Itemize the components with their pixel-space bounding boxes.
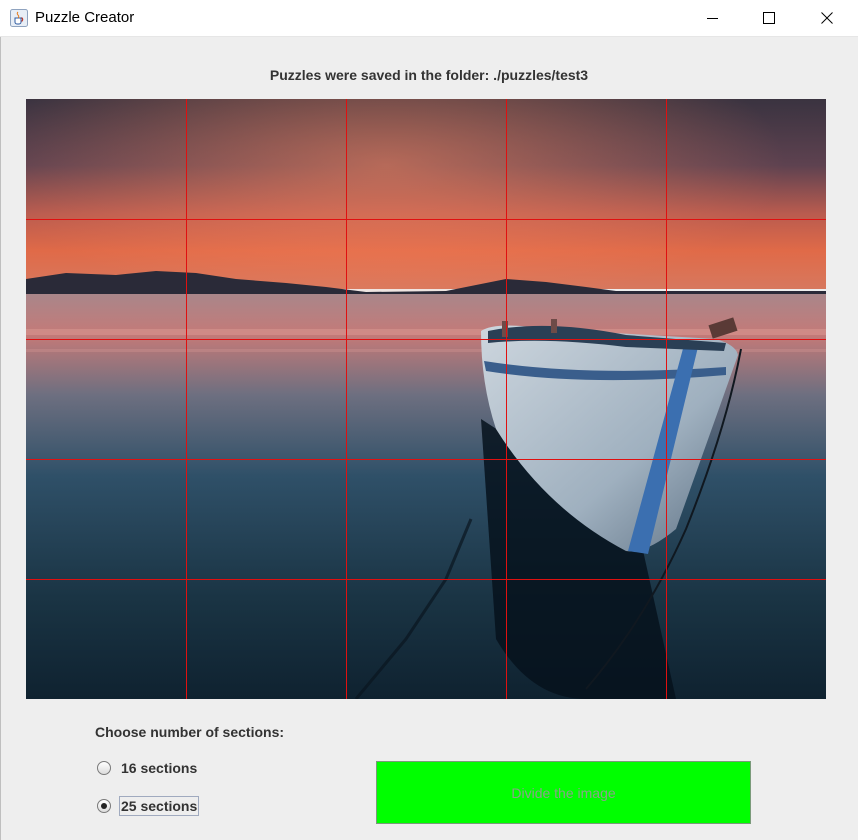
divide-image-button[interactable]: Divide the image: [376, 761, 751, 824]
window-title: Puzzle Creator: [35, 9, 135, 26]
radio-button-unchecked[interactable]: [97, 761, 111, 775]
title-bar[interactable]: Puzzle Creator: [0, 0, 858, 37]
app-window: Puzzle Creator Puzzles were saved in the…: [0, 0, 858, 840]
minimize-button[interactable]: [690, 0, 736, 36]
close-button[interactable]: [804, 0, 850, 36]
close-icon: [821, 12, 833, 24]
save-status-message: Puzzles were saved in the folder: ./puzz…: [269, 67, 589, 83]
sunset-boat-photo: [26, 99, 826, 699]
radio-16-label[interactable]: 16 sections: [120, 759, 198, 777]
sections-prompt: Choose number of sections:: [95, 724, 285, 740]
radio-16-sections[interactable]: 16 sections: [97, 757, 198, 779]
radio-button-checked[interactable]: [97, 799, 111, 813]
puzzle-image: [26, 99, 826, 699]
radio-25-label[interactable]: 25 sections: [119, 796, 200, 816]
maximize-button[interactable]: [746, 0, 792, 36]
radio-25-sections[interactable]: 25 sections: [97, 795, 200, 817]
java-app-icon: [10, 9, 28, 27]
maximize-icon: [763, 12, 775, 24]
window-border: [0, 36, 1, 840]
minimize-icon: [707, 18, 718, 19]
